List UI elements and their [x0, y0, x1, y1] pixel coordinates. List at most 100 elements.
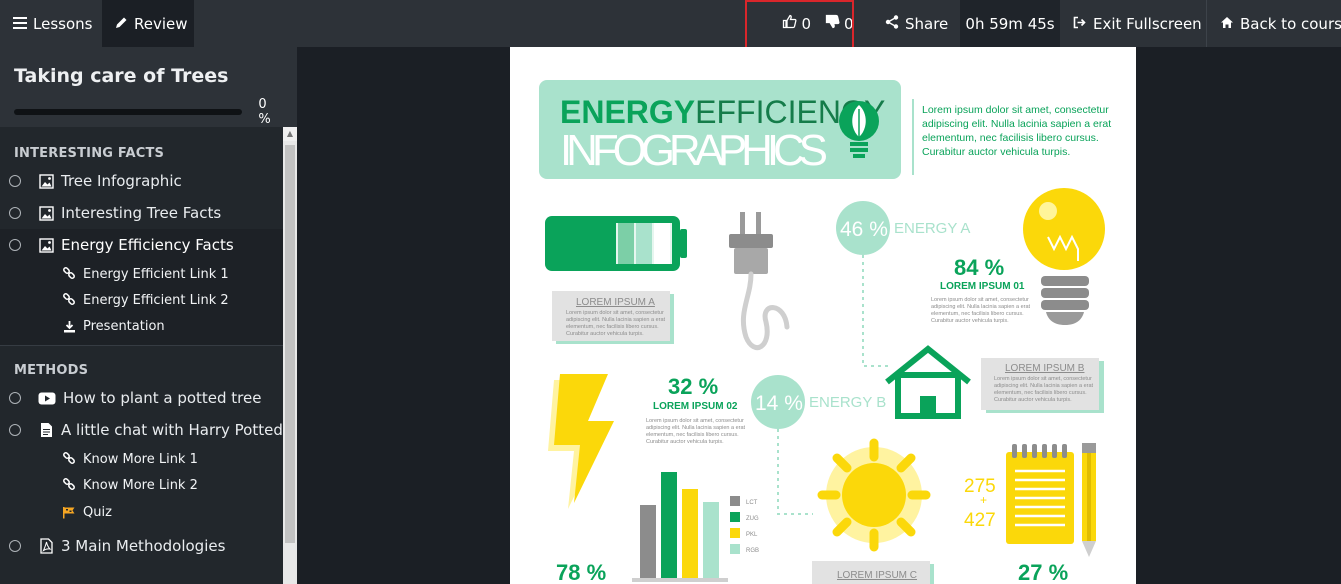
lesson-list: INTERESTING FACTS Tree Infographic Inter… — [0, 127, 283, 584]
svg-text:27 %: 27 % — [1018, 560, 1068, 584]
sub-item-energy-efficient-link-2[interactable]: Energy Efficient Link 2 — [0, 287, 283, 313]
thumbs-up-icon — [782, 14, 797, 33]
course-header: Taking care of Trees 0 % — [0, 47, 297, 127]
sub-item-know-more-link-1[interactable]: Know More Link 1 — [0, 446, 283, 472]
video-icon — [38, 390, 56, 406]
infographic-document: ENERGYEFFICIENCY INFOGRAPHICS Lorem ipsu… — [510, 47, 1136, 584]
thumbs-down-icon — [825, 14, 840, 33]
progress-text: 0 % — [258, 97, 271, 127]
sub-item-presentation[interactable]: Presentation — [0, 313, 283, 345]
sub-item-label: Energy Efficient Link 1 — [83, 266, 229, 282]
review-label: Review — [134, 14, 188, 33]
dislike-button[interactable]: 0 — [825, 14, 854, 33]
link-icon — [62, 267, 76, 281]
infographic-image: ENERGYEFFICIENCY INFOGRAPHICS Lorem ipsu… — [539, 80, 1114, 584]
home-icon — [1220, 15, 1234, 33]
image-icon — [38, 173, 54, 189]
course-title: Taking care of Trees — [14, 65, 229, 87]
lesson-label: How to plant a potted tree — [63, 389, 262, 407]
lesson-item-energy-efficiency-facts[interactable]: Energy Efficiency Facts — [0, 229, 283, 261]
lesson-label: 3 Main Methodologies — [61, 537, 226, 555]
svg-text:LOREM IPSUM B: LOREM IPSUM B — [1005, 363, 1085, 374]
svg-text:ENERGY A: ENERGY A — [894, 220, 970, 237]
download-icon — [62, 319, 76, 333]
progress-row: 0 % — [14, 97, 283, 127]
svg-text:46 %: 46 % — [840, 218, 888, 241]
svg-text:INFOGRAPHICS: INFOGRAPHICS — [560, 126, 828, 175]
quiz-flag-icon — [62, 505, 76, 519]
svg-text:Lorem ipsum dolor sit amet, co: Lorem ipsum dolor sit amet, consectetur … — [646, 418, 747, 445]
sub-item-quiz[interactable]: Quiz — [0, 498, 283, 530]
review-button[interactable]: Review — [102, 0, 194, 47]
svg-text:LOREM IPSUM A: LOREM IPSUM A — [576, 297, 655, 308]
svg-text:14 %: 14 % — [755, 392, 803, 415]
svg-text:LOREM IPSUM 01: LOREM IPSUM 01 — [940, 281, 1025, 292]
content-stage: ENERGYEFFICIENCY INFOGRAPHICS Lorem ipsu… — [297, 47, 1341, 584]
svg-text:ENERGYEFFICIENCY: ENERGYEFFICIENCY — [560, 94, 885, 130]
sidebar-scrollbar[interactable]: ▲ — [283, 127, 297, 584]
svg-text:LCT ZUG PKL: LCT ZUG PKL RGB — [746, 500, 760, 554]
svg-text:427: 427 — [964, 510, 996, 531]
section-title-interesting-facts: INTERESTING FACTS — [14, 146, 165, 161]
sub-item-label: Energy Efficient Link 2 — [83, 292, 229, 308]
lesson-item-tree-infographic[interactable]: Tree Infographic — [0, 165, 283, 197]
svg-text:Lorem ipsum dolor sit amet, co: Lorem ipsum dolor sit amet, consectetur … — [922, 104, 1114, 158]
lesson-item-3-main-methodologies[interactable]: 3 Main Methodologies — [0, 530, 283, 562]
dislike-count: 0 — [844, 14, 854, 33]
timer: 0h 59m 45s — [960, 0, 1060, 47]
status-radio — [9, 392, 21, 404]
back-to-course-button[interactable]: Back to course — [1207, 0, 1341, 47]
link-icon — [62, 478, 76, 492]
link-icon — [62, 452, 76, 466]
sub-item-label: Quiz — [83, 504, 112, 520]
image-icon — [38, 237, 54, 253]
lesson-item-harry-potted[interactable]: A little chat with Harry Potted — [0, 414, 283, 446]
svg-text:ENERGY B: ENERGY B — [809, 394, 886, 411]
lesson-label: A little chat with Harry Potted — [61, 421, 283, 439]
sub-item-label: Presentation — [83, 318, 165, 334]
status-radio — [9, 207, 21, 219]
lesson-item-interesting-tree-facts[interactable]: Interesting Tree Facts — [0, 197, 283, 229]
share-icon — [885, 14, 899, 33]
svg-text:32 %: 32 % — [668, 374, 718, 399]
status-radio — [9, 540, 21, 552]
lessons-label: Lessons — [33, 14, 93, 33]
like-button[interactable]: 0 — [782, 14, 811, 33]
status-radio — [9, 424, 21, 436]
vote-group: 0 0 — [764, 0, 872, 47]
section-title-methods: METHODS — [14, 363, 89, 378]
back-label: Back to course — [1240, 14, 1341, 33]
top-bar: Lessons Review 0 0 Share 0h 59m 45s Exit… — [0, 0, 1341, 47]
sub-item-label: Know More Link 1 — [83, 451, 198, 467]
svg-text:LOREM IPSUM C: LOREM IPSUM C — [837, 570, 917, 581]
menu-icon — [13, 15, 27, 33]
like-count: 0 — [801, 14, 811, 33]
svg-text:Lorem ipsum dolor sit amet, co: Lorem ipsum dolor sit amet, consectetur … — [931, 297, 1032, 324]
svg-text:78 %: 78 % — [556, 560, 606, 584]
share-label: Share — [905, 14, 949, 33]
svg-text:LOREM IPSUM 02: LOREM IPSUM 02 — [653, 401, 738, 412]
lesson-label: Interesting Tree Facts — [61, 204, 222, 222]
scroll-thumb[interactable] — [285, 145, 295, 543]
sub-item-know-more-link-2[interactable]: Know More Link 2 — [0, 472, 283, 498]
active-lesson-group: Energy Efficiency Facts Energy Efficient… — [0, 229, 283, 345]
exit-fullscreen-button[interactable]: Exit Fullscreen — [1060, 0, 1207, 47]
progress-bar — [14, 109, 243, 115]
scroll-up-arrow-icon[interactable]: ▲ — [283, 127, 297, 141]
lesson-item-how-to-plant[interactable]: How to plant a potted tree — [0, 382, 283, 414]
link-icon — [62, 293, 76, 307]
exit-icon — [1073, 15, 1087, 33]
lessons-toggle-button[interactable]: Lessons — [0, 0, 102, 47]
pdf-icon — [38, 538, 54, 554]
sub-item-energy-efficient-link-1[interactable]: Energy Efficient Link 1 — [0, 261, 283, 287]
sidebar: Taking care of Trees 0 % INTERESTING FAC… — [0, 47, 297, 584]
document-icon — [38, 422, 54, 438]
image-icon — [38, 205, 54, 221]
status-radio — [9, 175, 21, 187]
lesson-label: Tree Infographic — [61, 172, 182, 190]
status-radio — [9, 239, 21, 251]
lesson-label: Energy Efficiency Facts — [61, 236, 234, 254]
share-button[interactable]: Share — [872, 0, 960, 47]
exit-label: Exit Fullscreen — [1093, 14, 1202, 33]
sub-item-label: Know More Link 2 — [83, 477, 198, 493]
